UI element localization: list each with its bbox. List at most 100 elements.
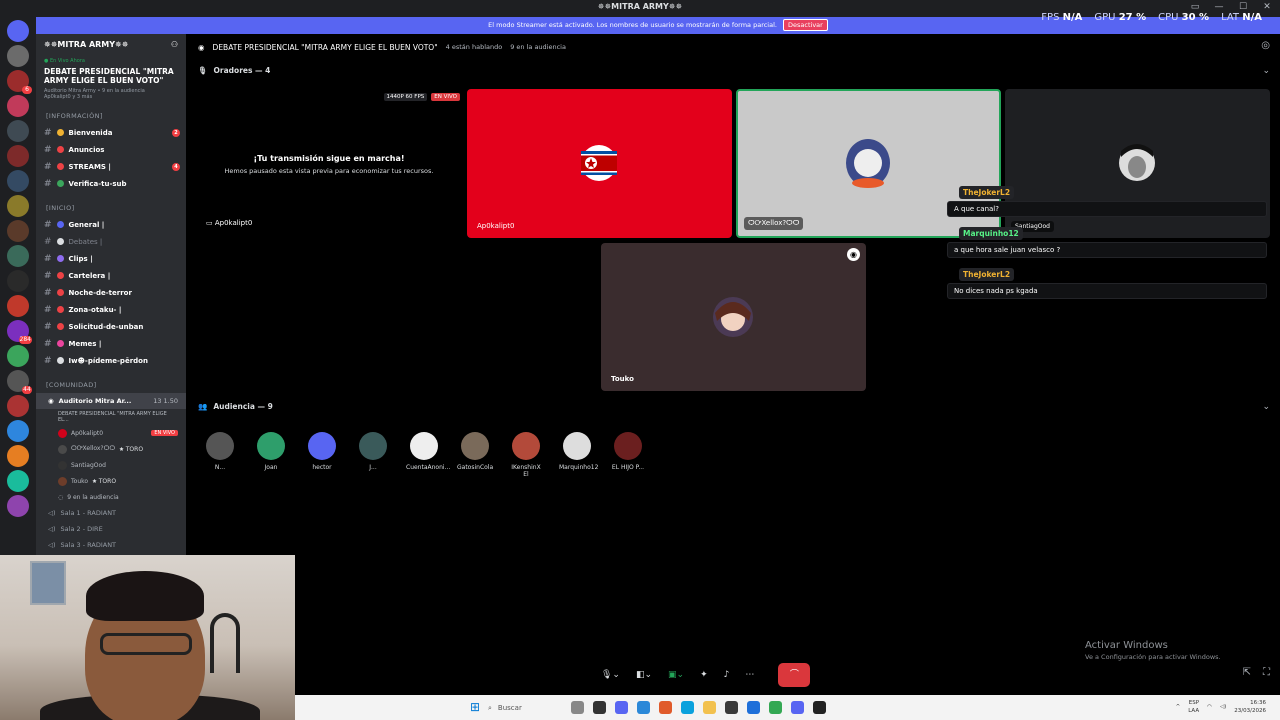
chat-icon[interactable]: ◎	[1261, 40, 1270, 51]
stage-channel[interactable]: ◉ Auditorio Mitra Ar... 13 1.50	[36, 393, 186, 409]
discord-icon[interactable]	[791, 701, 804, 714]
audience-member[interactable]: N...	[202, 432, 238, 478]
chat-username[interactable]: Marquinho12	[959, 227, 1023, 240]
app-icon[interactable]	[615, 701, 628, 714]
server-icon[interactable]: 44	[7, 370, 32, 394]
maximize-icon[interactable]: ☐	[1236, 2, 1250, 12]
server-icon[interactable]	[7, 45, 29, 67]
server-icon[interactable]	[7, 345, 29, 367]
server-icon[interactable]	[7, 295, 29, 317]
wifi-icon[interactable]: ◠	[1207, 703, 1212, 711]
screen-share-icon[interactable]: ▣⌄	[668, 670, 684, 680]
server-icon[interactable]	[7, 395, 29, 417]
server-icon[interactable]: 284	[7, 320, 32, 344]
speaker-tile-1[interactable]: Ap0kalipt0	[467, 89, 732, 238]
audience-member[interactable]: CuentaAnoni...	[406, 432, 450, 478]
mic-icon[interactable]: 🎙⌄	[601, 670, 620, 680]
app-icon[interactable]	[571, 701, 584, 714]
app-icon[interactable]	[747, 701, 760, 714]
voice-channel[interactable]: ◁) Sala 2 - DIRE	[36, 521, 186, 537]
add-member-icon[interactable]: ⚇	[171, 40, 178, 52]
speaker-tile-4[interactable]: ◉ Touko	[601, 243, 866, 391]
obs-icon[interactable]	[813, 701, 826, 714]
chevron-up-icon[interactable]: ^	[1176, 703, 1181, 711]
server-icon[interactable]	[7, 445, 29, 467]
disconnect-button[interactable]: ⌒	[778, 663, 811, 687]
clock[interactable]: 16:36 23/03/2026	[1234, 699, 1266, 715]
audience-header[interactable]: 👥 Audiencia — 9	[198, 402, 273, 411]
channel-item[interactable]: # Zona-otaku- |	[36, 301, 186, 318]
voice-user[interactable]: ѺᎤXellox?ѺѺ 🟊 TORO	[36, 441, 186, 457]
inbox-icon[interactable]: ▭	[1188, 2, 1202, 12]
server-icon[interactable]	[7, 245, 29, 267]
audience-member[interactable]: J...	[355, 432, 391, 478]
audience-member[interactable]: Marquinho12	[559, 432, 598, 478]
category-info[interactable]: [INFORMACIÓN]	[36, 100, 186, 124]
chevron-down-icon[interactable]: ⌄	[1262, 402, 1270, 412]
camera-icon[interactable]: ◉	[847, 248, 860, 261]
close-icon[interactable]: ✕	[1260, 2, 1274, 12]
disable-streamer-button[interactable]: Desactivar	[783, 19, 828, 31]
volume-icon[interactable]: ◁)	[1220, 703, 1226, 711]
edge-icon[interactable]	[681, 701, 694, 714]
fullscreen-icon[interactable]: ⛶	[1263, 667, 1270, 678]
channel-item[interactable]: # Solicitud-de-unban	[36, 318, 186, 335]
server-icon[interactable]	[7, 495, 29, 517]
voice-user[interactable]: Touko 🟊 TORO	[36, 473, 186, 489]
audience-member[interactable]: hector	[304, 432, 340, 478]
windows-start-icon[interactable]: ⊞	[470, 700, 480, 714]
channel-item[interactable]: # Verifica-tu-sub	[36, 175, 186, 192]
channel-item[interactable]: # STREAMS | 4	[36, 158, 186, 175]
channel-item[interactable]: # General |	[36, 216, 186, 233]
server-icon[interactable]	[7, 120, 29, 142]
my-stream-tile[interactable]: 1440P 60 FPS EN VIVO ¡Tu transmisión sig…	[198, 89, 460, 237]
channel-item[interactable]: # Debates |	[36, 233, 186, 250]
activities-icon[interactable]: ✦	[700, 670, 708, 680]
server-icon[interactable]	[7, 195, 29, 217]
server-icon[interactable]	[7, 145, 29, 167]
channel-item[interactable]: # Bienvenida 2	[36, 124, 186, 141]
taskview-icon[interactable]	[593, 701, 606, 714]
voice-channel[interactable]: ◁) Sala 1 - RADIANT	[36, 505, 186, 521]
audience-member[interactable]: EL HIJO P...	[610, 432, 646, 478]
audience-member[interactable]: IKenshinX El	[508, 432, 544, 478]
category-comunidad[interactable]: [COMUNIDAD]	[36, 369, 186, 393]
channel-item[interactable]: # Memes |	[36, 335, 186, 352]
more-icon[interactable]: ⋯	[745, 670, 754, 680]
channel-item[interactable]: # Cartelera |	[36, 267, 186, 284]
app-icon[interactable]	[637, 701, 650, 714]
audience-member[interactable]: GatosinCola	[457, 432, 493, 478]
voice-channel[interactable]: ◁) Sala 3 - RADIANT	[36, 537, 186, 553]
discord-home-icon[interactable]	[7, 20, 29, 42]
voice-user[interactable]: SantiagOod	[36, 457, 186, 473]
speakers-header[interactable]: 🎙 Oradores — 4	[198, 66, 270, 75]
channel-item[interactable]: # Iw☻-pídeme-pērdon	[36, 352, 186, 369]
category-inicio[interactable]: [INICIO]	[36, 192, 186, 216]
server-icon[interactable]: 6	[7, 70, 32, 94]
channel-item[interactable]: # Noche-de-terror	[36, 284, 186, 301]
minimize-icon[interactable]: —	[1212, 2, 1226, 12]
chat-username[interactable]: TheJokerL2	[959, 186, 1015, 199]
server-icon[interactable]	[7, 470, 29, 492]
server-header[interactable]: ✵✵MITRA ARMY✵✵ ⚇	[36, 34, 186, 58]
channel-item[interactable]: # Clips |	[36, 250, 186, 267]
popout-icon[interactable]: ⇱	[1243, 667, 1251, 678]
app-icon[interactable]	[725, 701, 738, 714]
language[interactable]: ESP LAA	[1188, 699, 1199, 715]
app-icon[interactable]	[659, 701, 672, 714]
soundboard-icon[interactable]: ♪	[724, 670, 730, 680]
server-icon[interactable]	[7, 420, 29, 442]
audience-member[interactable]: Joan	[253, 432, 289, 478]
live-stage-card[interactable]: ● En Vivo Ahora DEBATE PRESIDENCIAL "MIT…	[36, 58, 186, 100]
folder-icon[interactable]	[703, 701, 716, 714]
server-icon[interactable]	[7, 170, 29, 192]
chat-username[interactable]: TheJokerL2	[959, 268, 1015, 281]
chrome-icon[interactable]	[769, 701, 782, 714]
server-icon[interactable]	[7, 220, 29, 242]
server-icon[interactable]	[7, 270, 29, 292]
camera-icon[interactable]: ◧⌄	[636, 670, 652, 680]
server-icon[interactable]	[7, 95, 29, 117]
channel-item[interactable]: # Anuncios	[36, 141, 186, 158]
voice-user[interactable]: Ap0kalipt0 EN VIVO	[36, 425, 186, 441]
chevron-down-icon[interactable]: ⌄	[1262, 66, 1270, 76]
